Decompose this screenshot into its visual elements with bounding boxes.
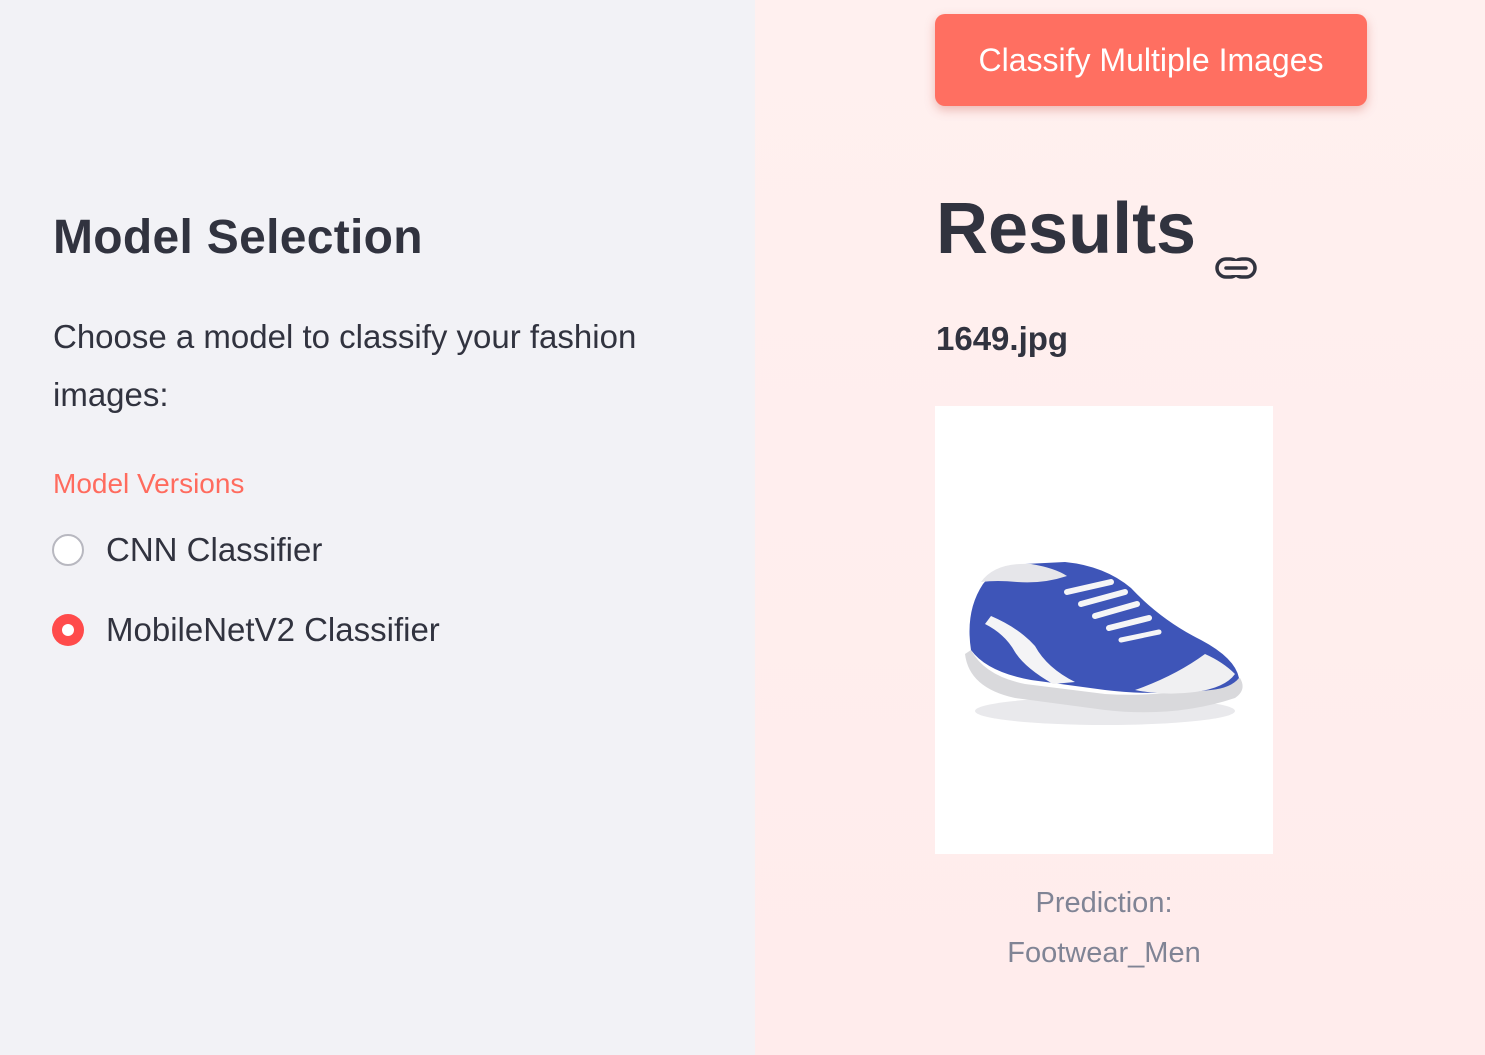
result-image [935, 406, 1273, 854]
radio-option-mobilenetv2[interactable]: MobileNetV2 Classifier [52, 611, 440, 649]
sidebar: Model Selection Choose a model to classi… [0, 0, 755, 1055]
file-name: 1649.jpg [936, 320, 1069, 357]
sidebar-description: Choose a model to classify your fashion … [53, 318, 637, 413]
radio-option-label: CNN Classifier [106, 531, 323, 568]
radio-button-unchecked[interactable] [52, 534, 84, 566]
caption-prediction: Footwear_Men [1007, 937, 1201, 969]
results-heading-text: Results [936, 189, 1197, 269]
radio-option-cnn[interactable]: CNN Classifier [52, 531, 322, 569]
classify-multiple-images-button[interactable]: Classify Multiple Images [935, 14, 1367, 106]
sidebar-heading: Model Selection [53, 211, 423, 264]
link-icon[interactable] [1214, 216, 1258, 279]
results-heading: Results [936, 188, 1258, 279]
app-layout: Model Selection Choose a model to classi… [0, 0, 1485, 1055]
sneaker-image [965, 562, 1243, 725]
radio-option-label: MobileNetV2 Classifier [106, 611, 440, 648]
prediction-caption: Prediction: Footwear_Men [935, 878, 1273, 978]
caption-label: Prediction: [1035, 887, 1173, 919]
radio-button-checked[interactable] [52, 614, 84, 646]
radio-group-label: Model Versions [53, 468, 245, 499]
